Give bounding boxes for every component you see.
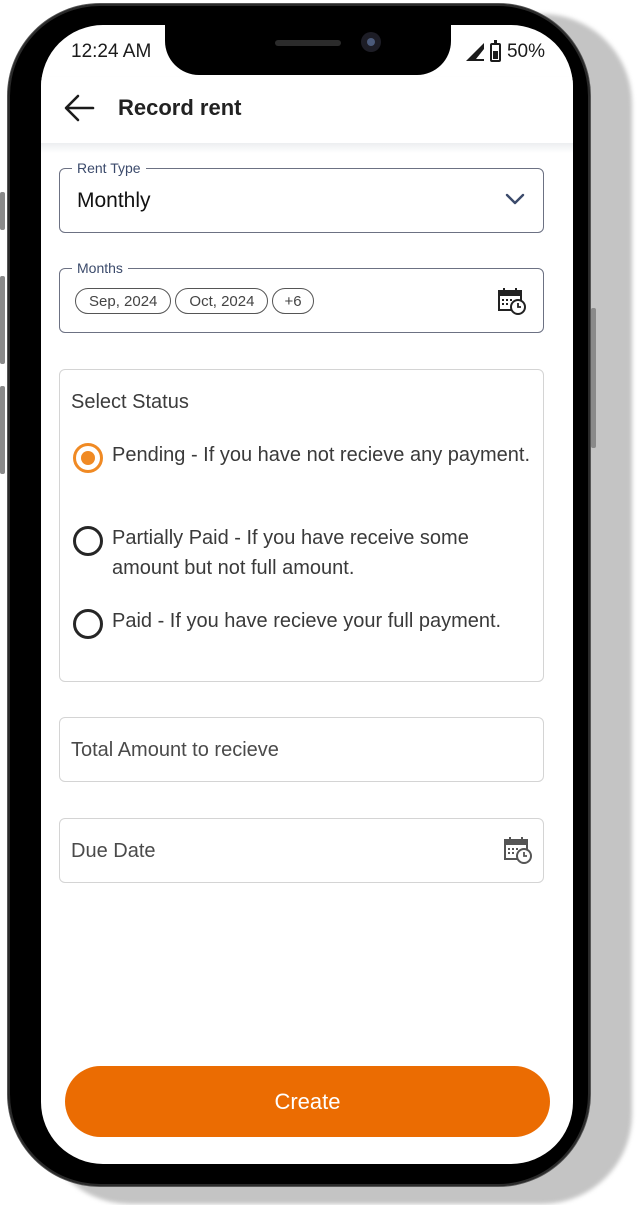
mute-switch [0, 192, 5, 230]
status-option-label: Partially Paid - If you have receive som… [112, 527, 469, 579]
due-date-input[interactable]: Due Date [59, 818, 544, 883]
status-option-label: Paid - If you have recieve your full pay… [112, 610, 502, 632]
battery-icon [489, 39, 501, 62]
month-chip[interactable]: Oct, 2024 [175, 288, 269, 314]
radio-unselected[interactable] [73, 609, 103, 639]
create-button[interactable]: Create [65, 1066, 550, 1137]
months-field[interactable]: Months Sep, 2024 Oct, 2024 +6 [59, 260, 544, 333]
status-time: 12:24 AM [71, 41, 152, 62]
total-amount-input[interactable]: Total Amount to recieve [59, 717, 544, 782]
app-bar: Record rent [41, 77, 573, 143]
page-title: Record rent [118, 95, 242, 120]
radio-selected[interactable] [73, 443, 103, 473]
volume-down-button [0, 386, 5, 474]
calendar-clock-icon[interactable] [497, 286, 527, 316]
status-indicators: 50% [465, 39, 545, 63]
status-option-paid[interactable]: Paid - If you have recieve your full pay… [73, 606, 533, 639]
rent-type-label: Rent Type [72, 160, 146, 176]
calendar-clock-icon[interactable] [503, 835, 533, 865]
status-option-partially-paid[interactable]: Partially Paid - If you have receive som… [73, 523, 533, 583]
more-months-chip[interactable]: +6 [272, 288, 314, 314]
radio-unselected[interactable] [73, 526, 103, 556]
status-option-label: Pending - If you have not recieve any pa… [112, 444, 531, 466]
speaker-grille [275, 40, 341, 46]
status-title: Select Status [71, 391, 189, 413]
app-bar-divider [41, 143, 573, 153]
arrow-left-icon[interactable] [63, 91, 97, 125]
month-chip[interactable]: Sep, 2024 [75, 288, 172, 314]
phone-frame: 12:24 AM 50% Record rent Rent Type Month… [0, 4, 596, 1186]
months-label: Months [72, 260, 128, 276]
signal-icon [465, 43, 484, 61]
chevron-down-icon[interactable] [505, 191, 525, 207]
months-chips: Sep, 2024 Oct, 2024 +6 [75, 288, 314, 314]
power-button [591, 308, 596, 448]
status-option-pending[interactable]: Pending - If you have not recieve any pa… [73, 440, 533, 473]
total-amount-placeholder: Total Amount to recieve [71, 739, 279, 761]
volume-up-button [0, 276, 5, 364]
battery-percent: 50% [506, 41, 545, 62]
due-date-placeholder: Due Date [71, 840, 156, 862]
notch [165, 25, 451, 75]
front-camera [361, 32, 381, 52]
rent-type-select[interactable]: Rent Type Monthly [59, 160, 544, 233]
status-radio-group: Select Status Pending - If you have not … [59, 369, 544, 682]
rent-type-value: Monthly [77, 189, 151, 212]
screen: 12:24 AM 50% Record rent Rent Type Month… [41, 25, 573, 1164]
